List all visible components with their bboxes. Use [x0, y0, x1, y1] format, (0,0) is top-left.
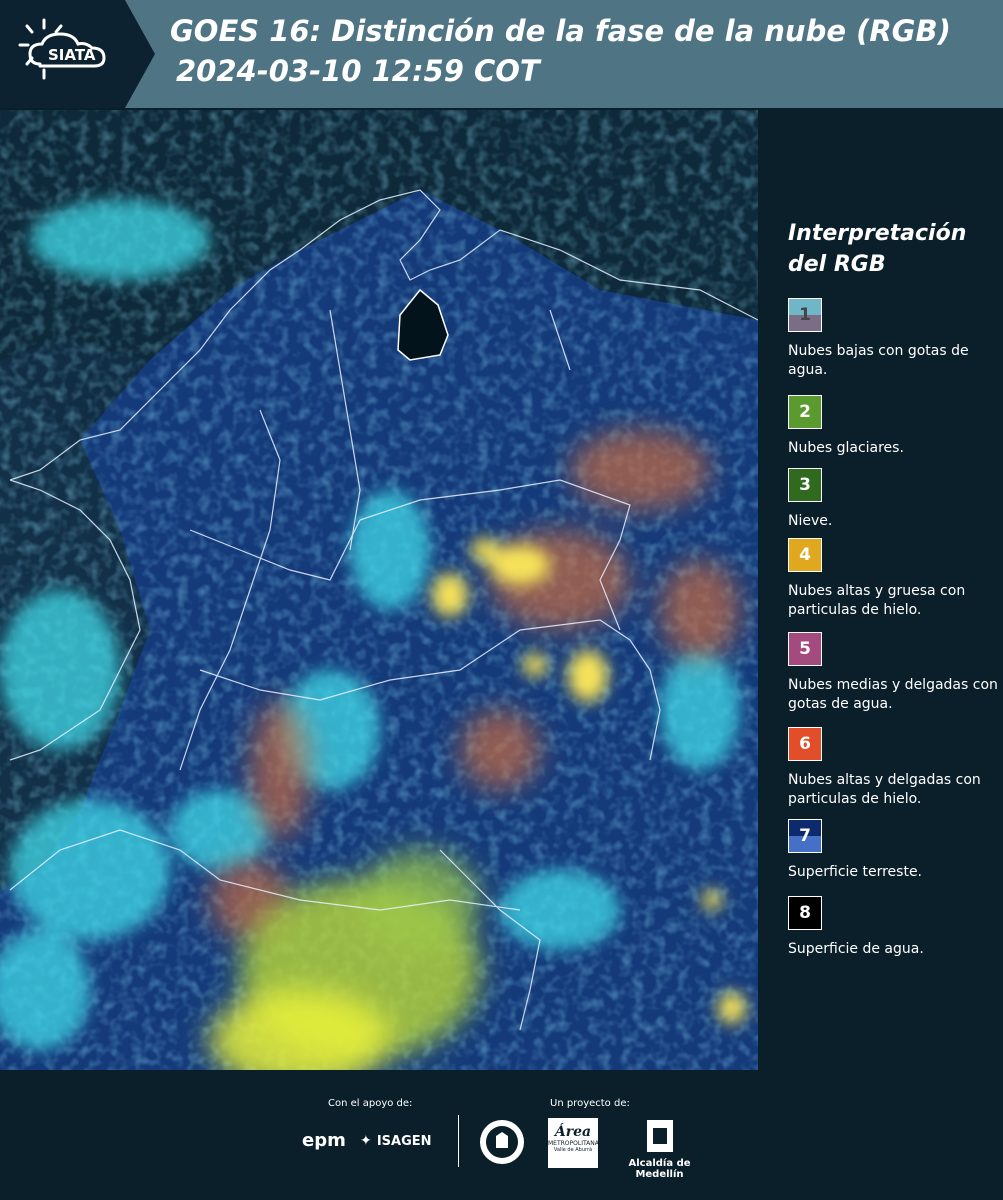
siata-logo-text: SIATA — [48, 46, 96, 64]
legend-panel: Interpretación del RGB 1 Nubes bajas con… — [760, 110, 1003, 1070]
legend-label-7: Superficie terreste. — [788, 864, 923, 880]
satellite-rgb-map[interactable] — [0, 110, 758, 1070]
timestamp: 2024-03-10 12:59 COT — [176, 54, 540, 88]
legend-label-2: Nubes glaciares. — [788, 440, 904, 456]
project-label: Un proyecto de: — [550, 1098, 630, 1109]
isagen-mark-icon: ✦ — [360, 1133, 372, 1149]
alcaldia-shield-icon — [646, 1120, 673, 1152]
legend-label-1: Nubes bajas con gotas de agua. — [788, 343, 969, 378]
legend-swatch-5: 5 — [788, 632, 822, 666]
area-metropolitana-logo: Área METROPOLITANA Valle de Aburrá — [548, 1118, 608, 1168]
legend-label-6: Nubes altas y delgadas con particulas de… — [788, 772, 981, 807]
siata-logo: SIATA — [0, 0, 155, 108]
legend-label-3: Nieve. — [788, 513, 833, 529]
epm-logo: epm — [302, 1130, 346, 1151]
legend-swatch-7: 7 — [788, 819, 822, 853]
area-metropolitana-name: Área — [554, 1124, 592, 1140]
header-bar: SIATA GOES 16: Distinción de la fase de … — [0, 0, 1003, 108]
page-title: GOES 16: Distinción de la fase de la nub… — [170, 14, 951, 48]
legend-swatch-4: 4 — [788, 538, 822, 572]
seal-logo — [478, 1118, 526, 1170]
legend-label-8: Superficie de agua. — [788, 941, 924, 957]
area-metropolitana-region: Valle de Aburrá — [553, 1147, 593, 1153]
area-metropolitana-subtitle: METROPOLITANA — [548, 1140, 599, 1147]
legend-title: Interpretación del RGB — [788, 221, 967, 277]
isagen-logo-text: ISAGEN — [376, 1134, 432, 1149]
legend-swatch-3: 3 — [788, 468, 822, 502]
support-label: Con el apoyo de: — [328, 1098, 413, 1109]
alcaldia-logo: Alcaldía de Medellín — [612, 1118, 707, 1180]
legend-swatch-1: 1 — [788, 298, 822, 332]
legend-swatch-8: 8 — [788, 896, 822, 930]
legend-swatch-2: 2 — [788, 395, 822, 429]
alcaldia-name: Alcaldía de Medellín — [628, 1158, 691, 1180]
legend-swatch-6: 6 — [788, 727, 822, 761]
isagen-logo: ✦ ISAGEN — [360, 1130, 432, 1149]
legend-label-5: Nubes medias y delgadas con gotas de agu… — [788, 677, 998, 712]
footer: Con el apoyo de: Un proyecto de: epm ✦ I… — [0, 1070, 1003, 1200]
footer-divider — [458, 1115, 459, 1167]
legend-label-4: Nubes altas y gruesa con particulas de h… — [788, 583, 966, 618]
